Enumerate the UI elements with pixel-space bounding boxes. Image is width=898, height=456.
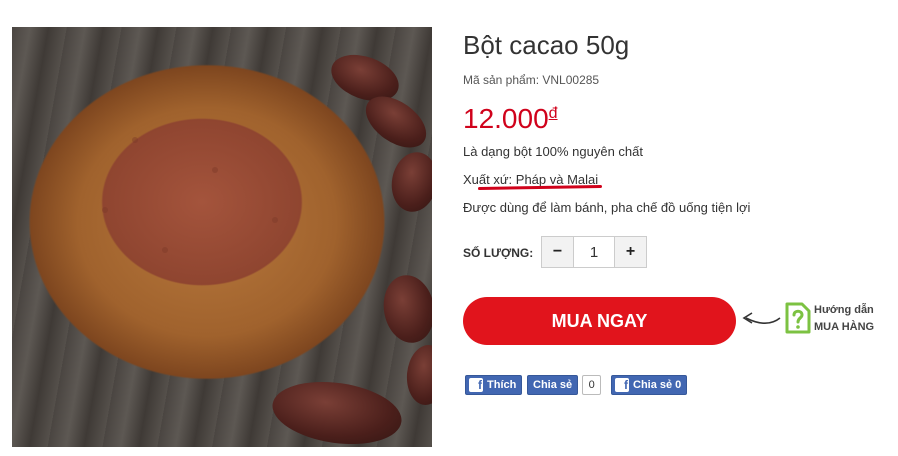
powder-grain bbox=[272, 217, 278, 223]
guide-line1: Hướng dẫn bbox=[814, 304, 874, 316]
facebook-like[interactable]: f Thích bbox=[465, 374, 523, 395]
quantity-input[interactable] bbox=[574, 237, 614, 267]
product-sku: Mã sản phẩm: VNL00285 bbox=[463, 73, 600, 87]
product-image bbox=[12, 27, 432, 447]
curved-arrow-icon bbox=[742, 312, 781, 325]
cocoa-bean bbox=[378, 271, 432, 347]
cocoa-bean bbox=[387, 148, 432, 216]
price-value: 12.000 bbox=[463, 103, 549, 134]
powder-grain bbox=[102, 207, 108, 213]
facebook-icon: f bbox=[469, 377, 483, 392]
quantity-label: SỐ LƯỢNG: bbox=[463, 246, 534, 260]
share-label-2: Chia sẻ 0 bbox=[633, 378, 682, 391]
powder-grain bbox=[162, 247, 168, 253]
product-price: 12.000đ bbox=[463, 103, 558, 135]
quantity-decrease-button[interactable]: − bbox=[542, 237, 574, 267]
product-title: Bột cacao 50g bbox=[463, 30, 630, 60]
like-label: Thích bbox=[487, 378, 517, 391]
facebook-icon: f bbox=[615, 377, 629, 392]
feature-purity: Là dạng bột 100% nguyên chất bbox=[463, 144, 643, 159]
cocoa-bean bbox=[404, 343, 432, 407]
powder-grain bbox=[212, 167, 218, 173]
feature-usage: Được dùng để làm bánh, pha chế đồ uống t… bbox=[463, 200, 751, 215]
guide-document-icon[interactable] bbox=[784, 301, 812, 335]
facebook-share-button-2[interactable]: f Chia sẻ 0 bbox=[611, 374, 688, 395]
facebook-share-button[interactable]: Chia sẻ bbox=[527, 374, 579, 395]
facebook-like-button[interactable]: f Thích bbox=[465, 374, 523, 395]
cocoa-bean bbox=[268, 374, 406, 447]
buy-now-button[interactable]: MUA NGAY bbox=[463, 297, 736, 345]
facebook-share-group: Chia sẻ 0 bbox=[527, 374, 602, 395]
facebook-share[interactable]: f Chia sẻ 0 bbox=[611, 374, 688, 395]
purchase-guide-link[interactable]: Hướng dẫn MUA HÀNG bbox=[814, 302, 874, 336]
guide-line2: MUA HÀNG bbox=[814, 321, 875, 333]
share-label: Chia sẻ bbox=[533, 378, 573, 391]
quantity-increase-button[interactable]: + bbox=[614, 237, 646, 267]
quantity-stepper: − + bbox=[541, 236, 647, 268]
powder-grain bbox=[132, 137, 138, 143]
share-count-bubble: 0 bbox=[582, 374, 602, 395]
price-currency: đ bbox=[548, 105, 558, 122]
